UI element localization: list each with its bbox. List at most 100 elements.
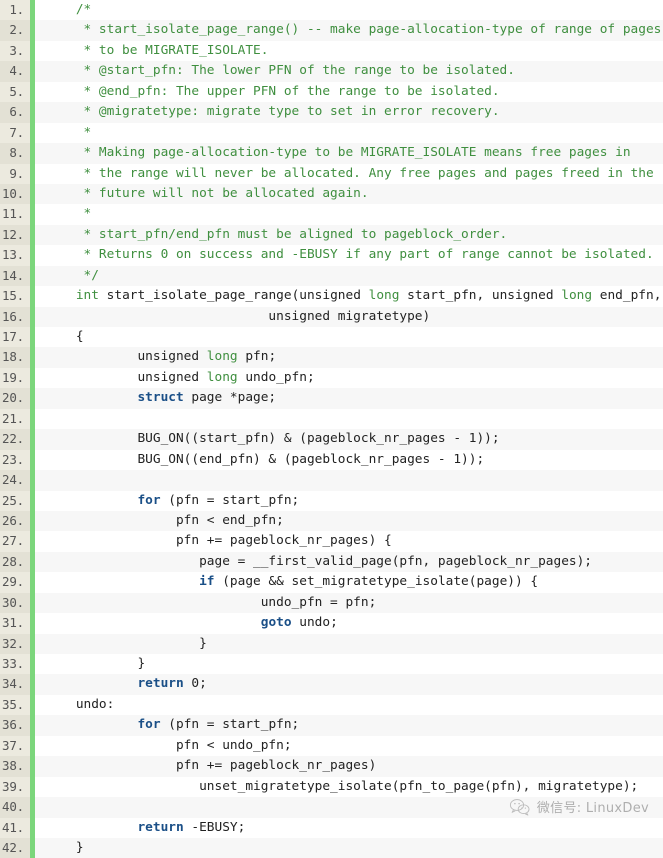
line-number: 32. (0, 633, 30, 654)
token-type: long (368, 288, 400, 304)
code-line-content: * @end_pfn: The upper PFN of the range t… (35, 82, 663, 102)
line-number: 39. (0, 776, 30, 798)
line-number: 30. (0, 592, 30, 614)
line-number: 2. (0, 20, 30, 41)
code-listing: 1. /* 2. * start_isolate_page_range() -- … (0, 0, 663, 858)
token-kw: return (137, 819, 184, 835)
line-number: 18. (0, 347, 30, 368)
token-kw: if (199, 574, 215, 590)
code-line-content (35, 797, 663, 817)
token-comment: * start_pfn/end_pfn must be aligned to p… (45, 226, 508, 242)
code-line-content: return 0; (35, 674, 663, 694)
line-number: 27. (0, 531, 30, 552)
token-comment: * @end_pfn: The upper PFN of the range t… (45, 83, 500, 99)
line-number: 36. (0, 715, 30, 736)
code-line-content: * @migratetype: migrate type to set in e… (35, 102, 663, 122)
token-plain: -EBUSY; (183, 819, 246, 835)
code-line-content: pfn < end_pfn; (35, 511, 663, 531)
code-line-content: BUG_ON((end_pfn) & (pageblock_nr_pages -… (35, 450, 663, 470)
token-comment: * @migratetype: migrate type to set in e… (45, 104, 500, 120)
code-line: 28. page = __first_valid_page(pfn, pageb… (0, 551, 663, 573)
line-number: 29. (0, 572, 30, 593)
code-line: 5. * @end_pfn: The upper PFN of the rang… (0, 81, 663, 103)
code-line: 12. * start_pfn/end_pfn must be aligned … (0, 224, 663, 246)
code-line: 25. for (pfn = start_pfn; (0, 490, 663, 511)
line-number: 24. (0, 470, 30, 491)
token-comment: * future will not be allocated again. (45, 185, 369, 201)
token-comment: * to be MIGRATE_ISOLATE. (45, 42, 269, 58)
token-comment: * (45, 124, 92, 140)
line-number: 9. (0, 163, 30, 184)
line-number: 14. (0, 265, 30, 287)
token-kw: for (137, 492, 161, 508)
line-number: 15. (0, 286, 30, 307)
token-comment: * Returns 0 on success and -EBUSY if any… (45, 247, 654, 263)
line-number: 13. (0, 245, 30, 266)
token-plain: page = __first_valid_page(pfn, pageblock… (45, 553, 593, 569)
code-line: 26. pfn < end_pfn; (0, 510, 663, 532)
token-kw: struct (137, 390, 184, 406)
code-line: 15. int start_isolate_page_range(unsigne… (0, 286, 663, 307)
line-number: 34. (0, 674, 30, 695)
code-line: 40. (0, 797, 663, 818)
code-line: 6. * @migratetype: migrate type to set i… (0, 102, 663, 123)
line-number: 22. (0, 429, 30, 450)
code-line: 18. unsigned long pfn; (0, 347, 663, 368)
line-number: 28. (0, 551, 30, 573)
code-line-content: unsigned migratetype) (35, 307, 663, 327)
code-line: 27. pfn += pageblock_nr_pages) { (0, 531, 663, 552)
code-line: 37. pfn < undo_pfn; (0, 735, 663, 757)
line-number: 21. (0, 408, 30, 430)
token-plain: BUG_ON((end_pfn) & (pageblock_nr_pages -… (45, 451, 485, 467)
line-number: 7. (0, 122, 30, 144)
token-plain: undo_pfn; (237, 369, 315, 385)
code-line: 4. * @start_pfn: The lower PFN of the ra… (0, 61, 663, 82)
code-line-content: * @start_pfn: The lower PFN of the range… (35, 61, 663, 81)
code-line: 20. struct page *page; (0, 388, 663, 409)
token-plain: pfn < undo_pfn; (45, 737, 292, 753)
code-line: 13. * Returns 0 on success and -EBUSY if… (0, 245, 663, 266)
code-line-content: unsigned long pfn; (35, 347, 663, 367)
code-line: 7. * (0, 122, 663, 144)
line-number: 19. (0, 367, 30, 389)
line-number: 16. (0, 306, 30, 327)
code-line-content: * start_isolate_page_range() -- make pag… (35, 20, 663, 40)
token-plain: BUG_ON((start_pfn) & (pageblock_nr_pages… (45, 431, 500, 447)
token-plain: end_pfn, (592, 288, 662, 304)
line-number: 41. (0, 817, 30, 838)
code-line-content: return -EBUSY; (35, 818, 663, 838)
line-number: 20. (0, 388, 30, 409)
line-number: 4. (0, 61, 30, 82)
code-line: 36. for (pfn = start_pfn; (0, 715, 663, 736)
code-line: 22. BUG_ON((start_pfn) & (pageblock_nr_p… (0, 429, 663, 450)
line-number: 37. (0, 735, 30, 757)
token-type: long (561, 288, 593, 304)
code-line: 33. } (0, 654, 663, 675)
token-comment: /* (45, 2, 92, 17)
token-plain: start_pfn, unsigned (399, 288, 562, 304)
token-plain: } (45, 635, 207, 651)
token-type: long (206, 349, 238, 365)
code-line-content: * the range will never be allocated. Any… (35, 164, 663, 184)
code-line: 8. * Making page-allocation-type to be M… (0, 143, 663, 164)
token-plain: pfn += pageblock_nr_pages) (45, 758, 377, 774)
code-line: 42. } (0, 837, 663, 858)
code-line-content: unsigned long undo_pfn; (35, 368, 663, 388)
code-line-content: undo_pfn = pfn; (35, 593, 663, 613)
token-plain: page *page; (183, 390, 277, 406)
code-line: 24. (0, 470, 663, 491)
code-line: 11. * (0, 204, 663, 225)
code-line-content: } (35, 654, 663, 674)
line-number: 31. (0, 613, 30, 634)
line-number: 38. (0, 756, 30, 777)
line-number: 5. (0, 81, 30, 103)
code-line-content: } (35, 838, 663, 858)
code-line-content: pfn += pageblock_nr_pages) (35, 756, 663, 776)
code-line: 32. } (0, 633, 663, 654)
line-number: 8. (0, 143, 30, 164)
code-line-content: * to be MIGRATE_ISOLATE. (35, 41, 663, 61)
line-number: 3. (0, 40, 30, 62)
line-number: 1. (0, 0, 30, 21)
